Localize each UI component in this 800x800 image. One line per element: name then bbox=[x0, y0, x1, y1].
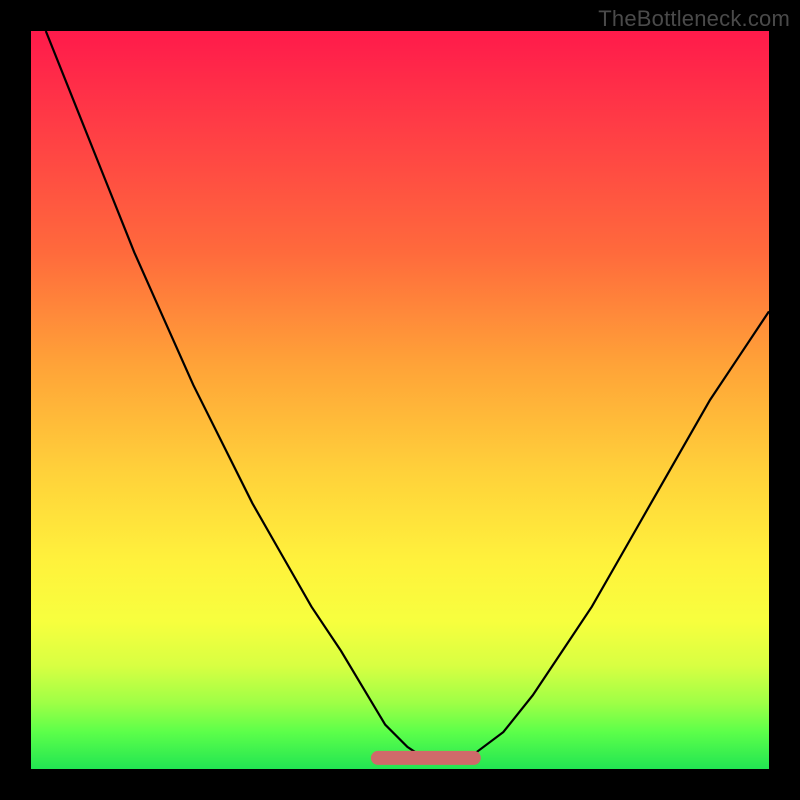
bottleneck-chart bbox=[31, 31, 769, 769]
watermark-text: TheBottleneck.com bbox=[598, 6, 790, 32]
bottleneck-curve-path bbox=[46, 31, 769, 762]
